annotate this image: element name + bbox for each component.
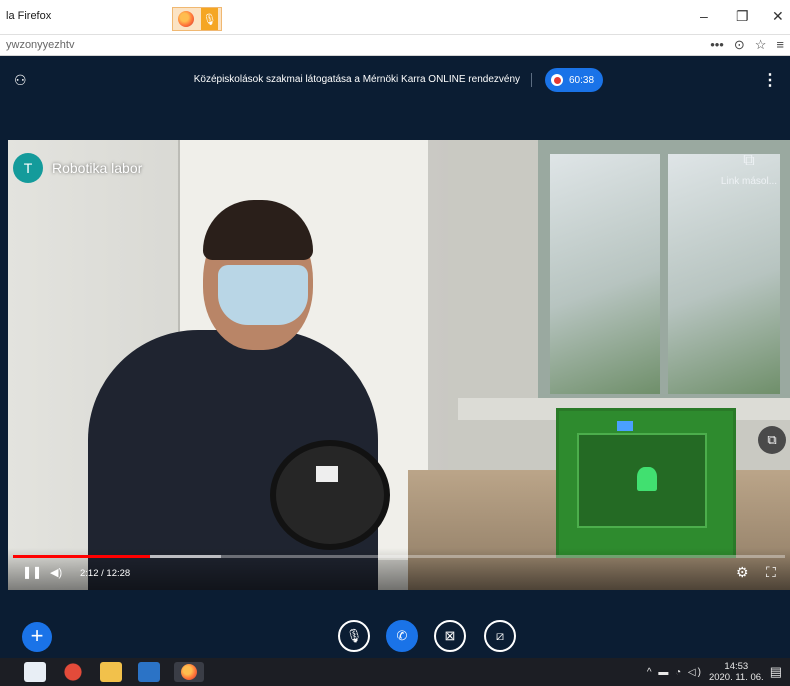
camera-off-icon: ⊠ <box>444 628 456 643</box>
word-icon[interactable] <box>138 662 160 682</box>
progress-bar[interactable] <box>13 555 785 558</box>
store-icon[interactable] <box>24 662 46 682</box>
share-screen-icon: ⧄ <box>495 628 505 643</box>
clock[interactable]: 14:53 2020. 11. 06. <box>709 661 764 683</box>
settings-icon[interactable]: ⚙ <box>736 564 749 581</box>
participant-name: Robotika labor <box>52 160 143 176</box>
volume-icon[interactable]: ◀) <box>50 566 62 579</box>
playback-time: 2:12 / 12:28 <box>80 568 131 579</box>
tab-indicator[interactable]: 🎙 <box>172 7 222 31</box>
record-icon <box>551 74 563 86</box>
file-explorer-icon[interactable] <box>100 662 122 682</box>
system-tray: ^ ▬ ◔ ◁) 14:53 2020. 11. 06. ▤ <box>647 658 790 686</box>
camera-off-button[interactable]: ⊠ <box>434 620 466 652</box>
microphone-sharing-icon[interactable]: 🎙 <box>201 8 218 30</box>
3d-printer-image <box>556 408 736 558</box>
notifications-icon[interactable]: ▤ <box>770 664 782 680</box>
copy-link-label: Link másol... <box>720 176 778 187</box>
browser-titlebar: la Firefox 🎙 – ❐ ✕ <box>0 0 790 34</box>
bookmark-star-icon[interactable]: ☆ <box>755 37 767 53</box>
meeting-title: Középiskolások szakmai látogatása a Mérn… <box>193 74 520 85</box>
tray-icons[interactable]: ^ ▬ ◔ ◁) <box>647 667 703 678</box>
taskbar: ^ ▬ ◔ ◁) 14:53 2020. 11. 06. ▤ <box>0 658 790 686</box>
pocket-icon[interactable]: ⊙ <box>734 37 745 53</box>
video-controls: ❚❚ ◀) 2:12 / 12:28 ⚙ ⛶ <box>8 548 790 590</box>
page-actions-icon[interactable]: ••• <box>710 37 724 53</box>
filament-spool-image <box>270 440 390 550</box>
clock-time: 14:53 <box>724 661 749 672</box>
powerpoint-icon[interactable] <box>62 662 84 682</box>
address-bar[interactable]: ywzonyyezhtv ••• ⊙ ☆ ≡ <box>0 34 790 56</box>
call-button[interactable]: ✆ <box>386 620 418 652</box>
mute-microphone-button[interactable]: 🎙 <box>338 620 370 652</box>
share-screen-button[interactable]: ⧄ <box>484 620 516 652</box>
window-title: la Firefox <box>6 10 52 22</box>
played-bar <box>13 555 150 558</box>
microphone-off-icon: 🎙 <box>345 628 363 643</box>
maximize-button[interactable]: ❐ <box>736 8 749 25</box>
clock-date: 2020. 11. 06. <box>708 672 764 683</box>
copy-icon: ⧉ <box>743 152 755 169</box>
pause-icon[interactable]: ❚❚ <box>22 565 42 579</box>
copy-link-button[interactable]: ⧉ Link másol... <box>714 152 784 187</box>
participant-label: T Robotika labor <box>13 153 142 183</box>
recording-time: 60:38 <box>569 74 595 86</box>
call-controls-bar: + 🎙 ✆ ⊠ ⧄ <box>0 590 790 658</box>
menu-icon[interactable]: ≡ <box>776 37 784 53</box>
url-text[interactable]: ywzonyyezhtv <box>6 39 74 51</box>
divider <box>531 73 532 87</box>
meeting-header: ⚇ Középiskolások szakmai látogatása a Mé… <box>0 56 790 108</box>
more-options-icon[interactable]: ⋮ <box>762 70 778 90</box>
picture-in-picture-icon[interactable]: ⧉ <box>758 426 786 454</box>
avatar: T <box>13 153 43 183</box>
fullscreen-icon[interactable]: ⛶ <box>766 564 776 581</box>
add-button[interactable]: + <box>22 622 52 652</box>
phone-icon: ✆ <box>396 628 408 643</box>
minimize-button[interactable]: – <box>700 8 708 24</box>
close-button[interactable]: ✕ <box>772 8 784 25</box>
firefox-taskbar-icon[interactable] <box>174 662 204 682</box>
video-stage[interactable]: T Robotika labor ⧉ Link másol... ⧉ ❚❚ ◀)… <box>8 140 790 590</box>
firefox-icon <box>178 11 194 27</box>
recording-badge[interactable]: 60:38 <box>545 68 603 92</box>
